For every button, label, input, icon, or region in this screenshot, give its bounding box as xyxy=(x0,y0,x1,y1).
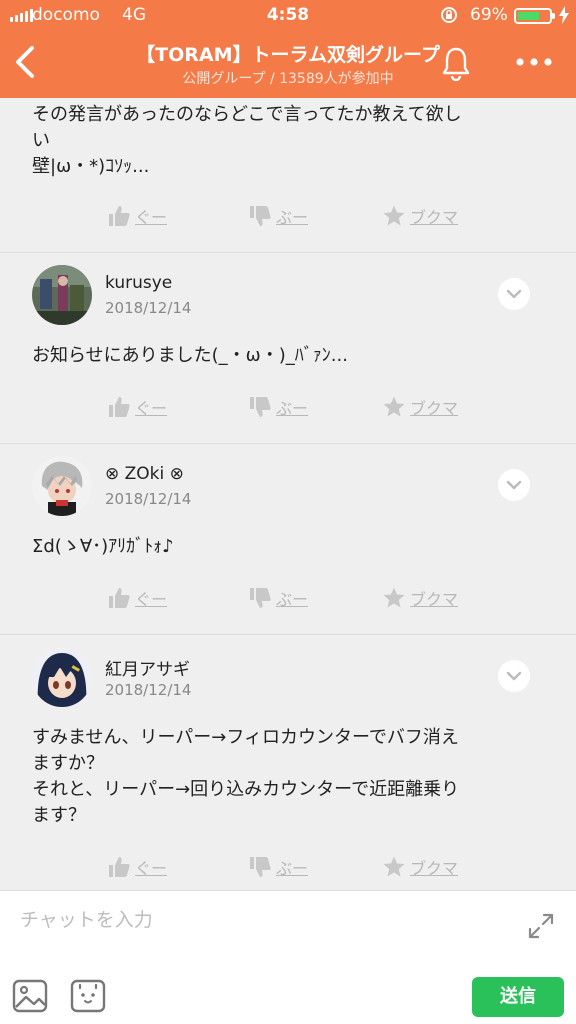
bell-icon[interactable] xyxy=(440,45,472,81)
bookmark-label: ブクマ xyxy=(410,399,459,418)
like-label: ぐー xyxy=(135,859,168,878)
thumbs-down-icon xyxy=(250,397,271,417)
chat-input[interactable] xyxy=(20,905,500,935)
dislike-button[interactable]: ぶー xyxy=(248,855,308,879)
post-date: 2018/12/14 xyxy=(105,681,192,699)
avatar[interactable] xyxy=(32,265,92,325)
like-button[interactable]: ぐー xyxy=(107,855,167,879)
bookmark-button[interactable]: ブクマ xyxy=(382,855,458,879)
thumbs-up-icon xyxy=(109,397,130,417)
author-name: kurusye xyxy=(105,273,173,293)
star-icon xyxy=(383,396,405,417)
image-icon[interactable] xyxy=(12,979,48,1013)
bookmark-label: ブクマ xyxy=(410,590,459,609)
thumbs-up-icon xyxy=(109,857,130,877)
post-menu-button[interactable] xyxy=(498,660,530,692)
star-icon xyxy=(383,856,405,877)
post-body: お知らせにありました(_・ω・)_ﾊﾞｧﾝ... xyxy=(32,345,348,366)
post-item: 紅月アサギ 2018/12/14 すみません、リーパー→フィロカウンターでバフ消… xyxy=(0,635,576,890)
dislike-label: ぶー xyxy=(276,859,309,878)
sticker-icon[interactable] xyxy=(70,979,106,1013)
dislike-button[interactable]: ぶー xyxy=(248,586,308,610)
bookmark-label: ブクマ xyxy=(410,859,459,878)
post-menu-button[interactable] xyxy=(498,469,530,501)
post-date: 2018/12/14 xyxy=(105,490,192,508)
post-body: すみません、リーパー→フィロカウンターでバフ消え ますか？ それと、リーパー→回… xyxy=(32,727,460,826)
thumbs-up-icon xyxy=(109,206,130,226)
header-bar: 【TORAM】トーラム双剣グループ 公開グループ / 13589人が参加中 xyxy=(0,30,576,98)
chat-feed[interactable]: その発言があったのならどこで言ってたか教えて欲し い 壁|ω・*)ｺｿｯ... … xyxy=(0,98,576,890)
thumbs-down-icon xyxy=(250,206,271,226)
author-name: ⊗ ZOki ⊗ xyxy=(105,464,184,484)
post-date: 2018/12/14 xyxy=(105,299,192,317)
dislike-button[interactable]: ぶー xyxy=(248,395,308,419)
author-name: 紅月アサギ xyxy=(105,660,190,680)
thumbs-up-icon xyxy=(109,588,130,608)
avatar[interactable] xyxy=(32,456,92,516)
post-item: その発言があったのならどこで言ってたか教えて欲し い 壁|ω・*)ｺｿｯ... … xyxy=(0,98,576,253)
post-body: Σd(ゝ∀･)ｱﾘｶﾞﾄｫ♪ xyxy=(32,536,174,557)
post-actions: ぐー ぶー ブクマ xyxy=(0,586,576,620)
back-chevron-icon[interactable] xyxy=(8,42,42,82)
bookmark-button[interactable]: ブクマ xyxy=(382,204,458,228)
dislike-label: ぶー xyxy=(276,399,309,418)
post-actions: ぐー ぶー ブクマ xyxy=(0,395,576,429)
rotation-lock-icon xyxy=(441,7,457,23)
dislike-label: ぶー xyxy=(276,208,309,227)
chat-input-bar: 送信 xyxy=(0,890,576,1024)
post-item: ⊗ ZOki ⊗ 2018/12/14 Σd(ゝ∀･)ｱﾘｶﾞﾄｫ♪ ぐー ぶー… xyxy=(0,444,576,635)
group-title: 【TORAM】トーラム双剣グループ xyxy=(136,44,440,66)
like-button[interactable]: ぐー xyxy=(107,204,167,228)
dislike-label: ぶー xyxy=(276,590,309,609)
chevron-down-icon xyxy=(506,480,522,490)
like-button[interactable]: ぐー xyxy=(107,586,167,610)
status-bar: docomo 4G 4:58 69% xyxy=(0,0,576,30)
chevron-down-icon xyxy=(506,671,522,681)
post-body: その発言があったのならどこで言ってたか教えて欲し い 壁|ω・*)ｺｿｯ... xyxy=(32,104,462,177)
bookmark-button[interactable]: ブクマ xyxy=(382,586,458,610)
like-label: ぐー xyxy=(135,590,168,609)
group-subtitle: 公開グループ / 13589人が参加中 xyxy=(182,71,394,87)
like-label: ぐー xyxy=(135,399,168,418)
star-icon xyxy=(383,587,405,608)
star-icon xyxy=(383,205,405,226)
dislike-button[interactable]: ぶー xyxy=(248,204,308,228)
avatar[interactable] xyxy=(32,647,92,707)
expand-icon[interactable] xyxy=(526,911,556,941)
chevron-down-icon xyxy=(506,289,522,299)
battery-icon xyxy=(514,8,555,24)
like-button[interactable]: ぐー xyxy=(107,395,167,419)
post-actions: ぐー ぶー ブクマ xyxy=(0,204,576,238)
send-button[interactable]: 送信 xyxy=(472,977,564,1017)
post-item: kurusye 2018/12/14 お知らせにありました(_・ω・)_ﾊﾞｧﾝ… xyxy=(0,253,576,444)
like-label: ぐー xyxy=(135,208,168,227)
bookmark-label: ブクマ xyxy=(410,208,459,227)
battery-percent: 69% xyxy=(470,5,508,25)
thumbs-down-icon xyxy=(250,588,271,608)
bookmark-button[interactable]: ブクマ xyxy=(382,395,458,419)
post-actions: ぐー ぶー ブクマ xyxy=(0,855,576,889)
thumbs-down-icon xyxy=(250,857,271,877)
charging-bolt-icon xyxy=(559,6,569,24)
post-menu-button[interactable] xyxy=(498,278,530,310)
more-dots-icon[interactable] xyxy=(514,52,554,72)
